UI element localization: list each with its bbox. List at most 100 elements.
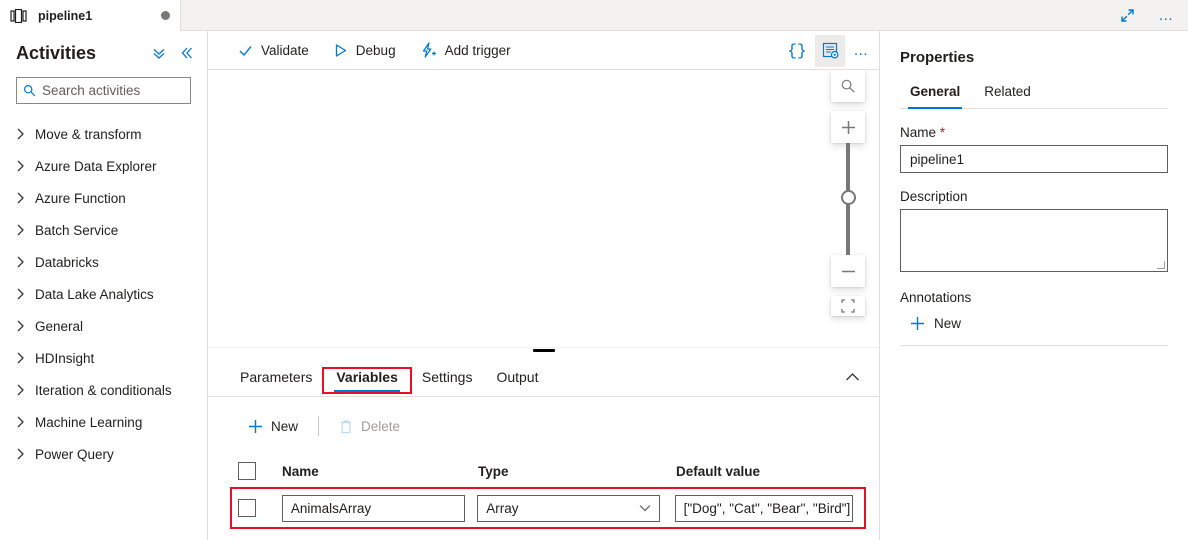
pipeline-icon [10,8,30,23]
tab-settings-label: Settings [421,369,473,385]
add-annotation-button[interactable]: New [900,309,990,337]
variable-type-select[interactable]: Array [477,494,661,522]
variable-row: AnimalsArray Array ["Dog", "Cat", "Bear"… [230,487,866,529]
search-activities-input[interactable]: Search activities [16,77,191,104]
debug-label: Debug [355,42,396,58]
chevron-up-icon[interactable] [841,366,863,388]
chevron-right-icon [16,384,25,396]
pipeline-editor: Validate Debug Add trigger {} … Paramete… [208,31,879,540]
variable-type-value: Array [486,500,519,516]
zoom-in-button[interactable] [831,111,865,143]
activity-category-power-query[interactable]: Power Query [0,438,207,470]
activity-category-databricks[interactable]: Databricks [0,246,207,278]
pipeline-name-input[interactable]: pipeline1 [900,145,1168,173]
activities-title: Activities [16,42,97,63]
plus-icon [248,419,263,434]
activity-category-batch-service[interactable]: Batch Service [0,214,207,246]
activity-category-azure-data-explorer[interactable]: Azure Data Explorer [0,150,207,182]
delete-variable-button[interactable]: Delete [329,411,410,441]
document-tab-pipeline1[interactable]: pipeline1 [0,0,181,31]
search-activities-placeholder: Search activities [42,83,141,98]
variables-toolbar: New Delete [208,411,879,441]
splitter-grip[interactable] [532,349,555,352]
activity-category-label: Power Query [35,446,114,462]
toolbar-more-icon[interactable]: … [849,38,875,64]
pipeline-toolbar: Validate Debug Add trigger {} … [208,31,879,70]
properties-tab-related[interactable]: Related [974,82,1041,108]
fit-to-screen-button[interactable] [831,296,865,316]
activity-category-move-transform[interactable]: Move & transform [0,118,207,150]
chevron-right-icon [16,192,25,204]
document-tabstrip: pipeline1 … [0,0,1188,31]
chevron-right-icon [16,352,25,364]
checkmark-icon [238,43,253,58]
trash-icon [339,419,353,434]
zoom-slider[interactable] [831,143,865,255]
activity-category-general[interactable]: General [0,310,207,342]
activity-category-azure-function[interactable]: Azure Function [0,182,207,214]
annotations-divider [900,345,1168,346]
variables-table: Name Type Default value AnimalsArray Arr… [208,453,879,529]
select-all-checkbox[interactable] [238,462,256,480]
validate-label: Validate [261,42,309,58]
variables-table-header: Name Type Default value [238,453,879,489]
zoom-slider-handle[interactable] [840,190,856,205]
pipeline-description-textarea[interactable] [900,209,1168,272]
zoom-to-fit-icon[interactable] [831,70,865,102]
maximize-icon[interactable] [1114,3,1140,29]
properties-panel-icon[interactable] [815,34,845,67]
app-root: pipeline1 … Activities Search activities… [0,0,1188,540]
activity-category-iteration-conditionals[interactable]: Iteration & conditionals [0,374,207,406]
variable-default-value-input[interactable]: ["Dog", "Cat", "Bear", "Bird"] [674,494,853,522]
chevron-right-icon [16,320,25,332]
required-asterisk: * [939,125,946,140]
tab-settings[interactable]: Settings [410,369,485,396]
delete-variable-label: Delete [361,418,401,434]
zoom-out-button[interactable] [831,255,865,287]
pipeline-canvas[interactable] [208,70,879,347]
tabstrip-more-icon[interactable]: … [1154,3,1180,29]
canvas-zoom-controls [831,70,865,316]
chevron-right-icon [16,416,25,428]
tabstrip-actions: … [1114,0,1180,31]
double-chevron-left-icon[interactable] [179,45,195,61]
bottom-tab-bar: Parameters Variables Settings Output [208,353,879,397]
add-trigger-button[interactable]: Add trigger [408,34,523,66]
properties-tab-general-label: General [910,84,961,99]
row-select-checkbox[interactable] [238,499,256,517]
lightning-plus-icon [420,42,437,58]
variable-name-input[interactable]: AnimalsArray [281,494,465,522]
activity-category-label: Azure Data Explorer [35,158,157,174]
chevron-right-icon [16,256,25,268]
play-icon [333,43,348,58]
variable-default-value-cell: ["Dog", "Cat", "Bear", "Bird"] [674,494,864,522]
activity-category-hdinsight[interactable]: HDInsight [0,342,207,374]
activity-category-label: HDInsight [35,350,95,366]
validate-button[interactable]: Validate [226,34,321,66]
activity-category-machine-learning[interactable]: Machine Learning [0,406,207,438]
column-header-type: Type [478,463,509,479]
chevron-right-icon [16,128,25,140]
activity-category-label: Batch Service [35,222,119,238]
activity-category-data-lake-analytics[interactable]: Data Lake Analytics [0,278,207,310]
double-chevron-down-icon[interactable] [151,45,167,61]
activity-category-label: Data Lake Analytics [35,286,154,302]
row-select-cell [238,499,282,517]
tab-parameters[interactable]: Parameters [228,369,324,396]
debug-button[interactable]: Debug [321,34,408,66]
plus-icon [910,316,925,331]
activity-category-label: Iteration & conditionals [35,382,172,398]
name-label-text: Name [900,125,937,140]
properties-tab-general[interactable]: General [900,82,970,109]
document-tab-label: pipeline1 [38,8,93,23]
new-variable-button[interactable]: New [238,411,308,441]
chevron-right-icon [16,448,25,460]
code-view-icon[interactable]: {} [783,36,811,66]
chevron-right-icon [16,224,25,236]
tab-output[interactable]: Output [484,369,550,396]
properties-tab-bar: General Related [900,82,1168,109]
select-all-cell [238,462,282,480]
tab-variables[interactable]: Variables [322,367,412,394]
activity-category-label: Move & transform [35,126,142,142]
variable-name-cell: AnimalsArray [281,494,477,522]
